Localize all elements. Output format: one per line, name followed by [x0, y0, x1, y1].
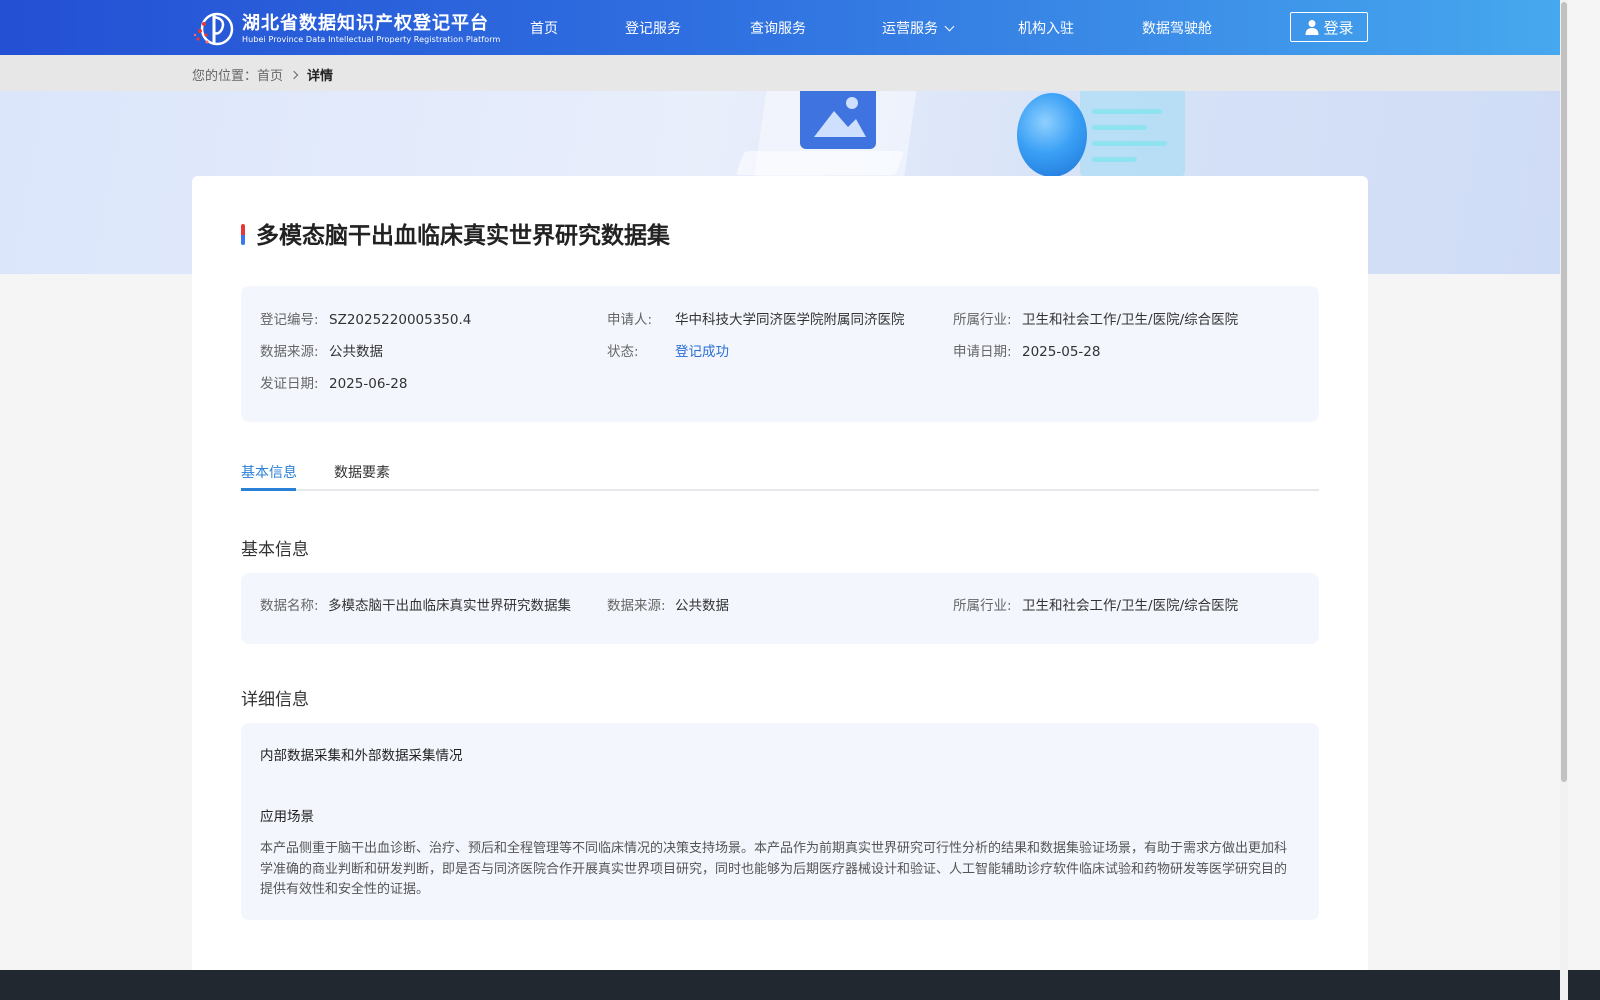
active-tab-indicator	[241, 488, 296, 491]
breadcrumb: 您的位置： 首页 详情	[192, 65, 333, 84]
chevron-down-icon	[944, 21, 955, 32]
banner-panel	[1080, 91, 1185, 177]
data-name-value: 多模态脑干出血临床真实世界研究数据集	[328, 598, 571, 614]
issue-date-label: 发证日期:	[260, 376, 319, 392]
chevron-right-icon	[289, 70, 299, 79]
collection-heading: 内部数据采集和外部数据采集情况	[260, 748, 463, 764]
industry-field: 所属行业: 卫生和社会工作/卫生/医院/综合医院	[953, 308, 1238, 328]
top-navbar: 湖北省数据知识产权登记平台 Hubei Province Data Intell…	[0, 0, 1560, 55]
industry-label: 所属行业:	[953, 312, 1012, 328]
detail-info-box: 内部数据采集和外部数据采集情况 应用场景 本产品侧重于脑干出血诊断、治疗、预后和…	[241, 723, 1319, 920]
apply-date-field: 申请日期: 2025-05-28	[953, 340, 1100, 360]
reg-no-value: SZ2025220005350.4	[329, 312, 472, 328]
site-logo[interactable]: 湖北省数据知识产权登记平台 Hubei Province Data Intell…	[192, 11, 500, 47]
logo-subtitle: Hubei Province Data Intellectual Propert…	[242, 34, 501, 44]
industry-value: 卫生和社会工作/卫生/医院/综合医院	[1022, 312, 1239, 328]
tab-data-elements[interactable]: 数据要素	[334, 462, 390, 482]
breadcrumb-current: 详情	[307, 69, 334, 84]
source-value: 公共数据	[329, 344, 383, 360]
applicant-value: 华中科技大学同济医学院附属同济医院	[675, 312, 905, 328]
reg-no-label: 登记编号:	[260, 312, 319, 328]
detail-tabs: 基本信息 数据要素	[241, 456, 1319, 491]
data-name-field: 数据名称: 多模态脑干出血临床真实世界研究数据集	[260, 594, 571, 614]
user-icon	[1305, 20, 1319, 35]
reg-no-field: 登记编号: SZ2025220005350.4	[260, 308, 471, 328]
page-footer	[0, 970, 1600, 1000]
basic-source-value: 公共数据	[675, 598, 729, 614]
basic-source-field: 数据来源: 公共数据	[607, 594, 729, 614]
status-label: 状态:	[607, 344, 639, 360]
basic-industry-value: 卫生和社会工作/卫生/医院/综合医院	[1022, 598, 1239, 614]
detail-card: 多模态脑干出血临床真实世界研究数据集 登记编号: SZ2025220005350.…	[192, 176, 1368, 1000]
issue-date-value: 2025-06-28	[329, 376, 408, 392]
basic-source-label: 数据来源:	[607, 598, 666, 614]
tab-basic-info[interactable]: 基本信息	[241, 462, 297, 482]
nav-home[interactable]: 首页	[530, 18, 558, 38]
data-name-label: 数据名称:	[260, 598, 319, 614]
login-button[interactable]: 登录	[1290, 12, 1368, 42]
source-label: 数据来源:	[260, 344, 319, 360]
breadcrumb-prefix: 您的位置：	[192, 69, 258, 84]
breadcrumb-home-link[interactable]: 首页	[257, 65, 283, 84]
applicant-label: 申请人:	[607, 312, 653, 328]
logo-title: 湖北省数据知识产权登记平台	[242, 12, 489, 34]
banner-image-card	[800, 91, 876, 149]
basic-info-box: 数据名称: 多模态脑干出血临床真实世界研究数据集 数据来源: 公共数据 所属行业: 卫…	[241, 573, 1319, 644]
issue-date-field: 发证日期: 2025-06-28	[260, 372, 407, 392]
applicant-field: 申请人: 华中科技大学同济医学院附属同济医院	[607, 308, 905, 328]
nav-query-service[interactable]: 查询服务	[750, 18, 806, 38]
basic-info-heading: 基本信息	[241, 540, 309, 560]
image-icon	[814, 97, 866, 137]
apply-date-value: 2025-05-28	[1022, 344, 1101, 360]
logo-emblem-icon	[193, 12, 234, 46]
breadcrumb-bar: 您的位置： 首页 详情	[0, 55, 1560, 91]
banner-decoration	[735, 151, 905, 175]
source-field: 数据来源: 公共数据	[260, 340, 383, 360]
nav-operation-service[interactable]: 运营服务	[882, 18, 955, 38]
page-title: 多模态脑干出血临床真实世界研究数据集	[256, 222, 670, 249]
nav-institution-join[interactable]: 机构入驻	[1018, 18, 1074, 38]
status-value: 登记成功	[675, 344, 729, 360]
scenario-text: 本产品侧重于脑干出血诊断、治疗、预后和全程管理等不同临床情况的决策支持场景。本产…	[260, 841, 1288, 897]
nav-registration-service[interactable]: 登记服务	[625, 18, 681, 38]
summary-info-box: 登记编号: SZ2025220005350.4 申请人: 华中科技大学同济医学院附属…	[241, 286, 1319, 422]
status-field: 状态: 登记成功	[607, 340, 729, 360]
scrollbar-thumb[interactable]	[1561, 2, 1567, 782]
basic-industry-field: 所属行业: 卫生和社会工作/卫生/医院/综合医院	[953, 594, 1238, 614]
banner-sphere	[1017, 93, 1087, 177]
nav-data-cockpit[interactable]: 数据驾驶舱	[1142, 18, 1212, 38]
apply-date-label: 申请日期:	[953, 344, 1012, 360]
title-accent-bar	[241, 224, 245, 245]
detail-info-heading: 详细信息	[241, 690, 309, 710]
scenario-heading: 应用场景	[260, 809, 314, 825]
login-label: 登录	[1323, 18, 1354, 37]
basic-industry-label: 所属行业:	[953, 598, 1012, 614]
nav-operation-service-label: 运营服务	[882, 21, 938, 37]
